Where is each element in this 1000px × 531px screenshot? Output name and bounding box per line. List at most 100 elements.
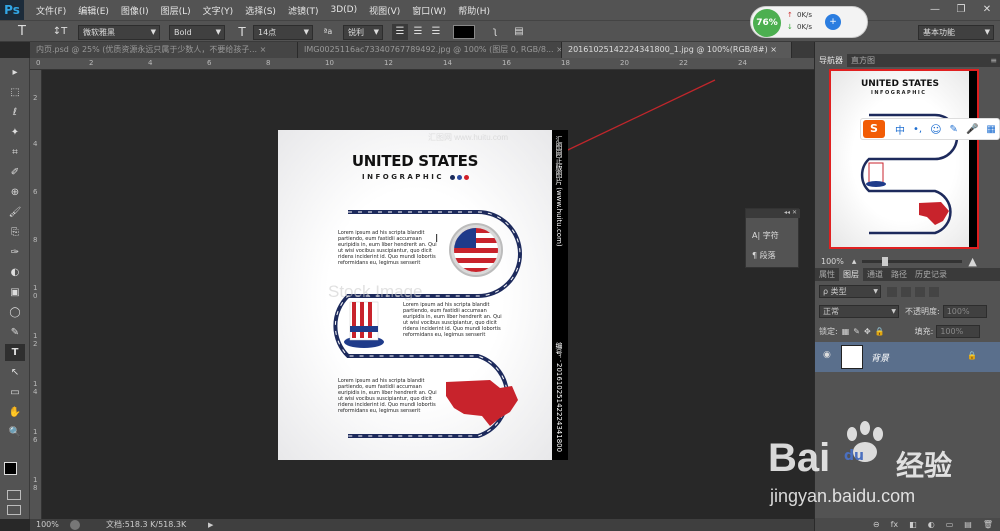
zoom-out-icon[interactable]: ▴ [852, 257, 857, 267]
ime-voice-icon[interactable]: 🎤 [966, 124, 978, 135]
close-icon[interactable]: × [770, 45, 777, 54]
sogou-logo[interactable]: S [863, 120, 885, 138]
menu-3d[interactable]: 3D(D) [324, 5, 363, 15]
tab-channels[interactable]: 通道 [863, 268, 887, 281]
navigator-zoom-value[interactable]: 100% [821, 257, 844, 266]
foreground-color-swatch[interactable] [4, 462, 17, 475]
menu-edit[interactable]: 编辑(E) [72, 4, 115, 17]
minimize-button[interactable]: — [922, 0, 948, 20]
layer-kind-select[interactable]: ρ 类型 ▼ [819, 285, 881, 298]
status-zoom[interactable]: 100% [36, 519, 59, 531]
antialias-select[interactable]: 锐利 ▼ [343, 25, 383, 40]
text-orientation-icon[interactable]: ↕T [52, 24, 68, 40]
filter-pixel-icon[interactable] [887, 286, 897, 297]
ime-chinese-mode[interactable]: 中 [895, 122, 905, 137]
navigator-zoom-slider[interactable] [862, 257, 963, 266]
ime-punctuation-icon[interactable]: •, [913, 124, 922, 135]
tab-neiye-psd[interactable]: 内页.psd @ 25% (优质资源永远只属于少数人，不要给孩子... × [30, 42, 298, 58]
zoom-in-icon[interactable]: ▲ [968, 255, 976, 268]
add-mask-icon[interactable]: ◧ [909, 518, 917, 531]
dodge-tool-icon[interactable]: ◯ [5, 304, 25, 321]
paragraph-panel-button[interactable]: ¶ 段落 [746, 247, 800, 265]
adjustment-layer-icon[interactable]: ◐ [928, 518, 935, 531]
close-button[interactable]: ✕ [974, 0, 1000, 20]
path-selection-tool-icon[interactable]: ↖ [5, 364, 25, 381]
lock-transparent-icon[interactable]: ▦ [842, 327, 850, 336]
pen-tool-icon[interactable]: ✎ [5, 324, 25, 341]
fill-input[interactable]: 100% [936, 325, 981, 338]
magic-wand-tool-icon[interactable]: ✦ [5, 124, 25, 141]
text-color-swatch[interactable] [453, 25, 475, 39]
navigator-preview[interactable]: UNITED STATES INFOGRAPHIC [829, 69, 979, 249]
new-layer-icon[interactable]: ▤ [964, 518, 972, 531]
tab-histogram[interactable]: 直方图 [847, 54, 879, 67]
tab-active-document[interactable]: 20161025142224341800_1.jpg @ 100%(RGB/8#… [562, 42, 792, 58]
link-layers-icon[interactable]: ⊖ [873, 518, 880, 531]
accelerate-icon[interactable]: + [825, 14, 841, 30]
ime-handwrite-icon[interactable]: ✎ [950, 124, 958, 135]
text-tool-icon[interactable]: T [14, 24, 30, 40]
ime-emoji-icon[interactable]: ☺ [930, 123, 941, 136]
lock-position-icon[interactable]: ✥ [864, 327, 871, 336]
fx-icon[interactable]: fx [891, 518, 899, 531]
font-family-select[interactable]: 微软雅黑 ▼ [78, 25, 160, 40]
restore-button[interactable]: ❐ [948, 0, 974, 20]
character-panel-toggle-icon[interactable]: ▤ [511, 24, 527, 40]
filter-type-icon[interactable] [915, 286, 925, 297]
slider-handle[interactable] [882, 257, 889, 266]
trash-icon[interactable]: 🗑 [983, 518, 993, 531]
opacity-input[interactable]: 100% [942, 305, 987, 318]
network-speed-widget[interactable]: 76% ↑ 0K/s ↓ 0K/s + [750, 6, 868, 38]
hand-tool-icon[interactable]: ✋ [5, 404, 25, 421]
history-brush-tool-icon[interactable]: ✑ [5, 244, 25, 261]
align-right-icon[interactable]: ☰ [428, 24, 444, 40]
quick-mask-icon[interactable] [7, 490, 21, 500]
gradient-tool-icon[interactable]: ▣ [5, 284, 25, 301]
menu-file[interactable]: 文件(F) [30, 4, 72, 17]
zoom-tool-icon[interactable]: 🔍 [5, 424, 25, 441]
tab-img-jpg[interactable]: IMG0025116ac73340767789492.jpg @ 100% (图… [298, 42, 562, 58]
tab-history[interactable]: 历史记录 [911, 268, 951, 281]
close-icon[interactable]: ✕ [792, 209, 797, 216]
menu-layer[interactable]: 图层(L) [155, 4, 197, 17]
menu-image[interactable]: 图像(I) [115, 4, 155, 17]
collapse-icon[interactable]: ◂◂ [784, 209, 790, 216]
font-size-select[interactable]: 14点 ▼ [253, 25, 313, 40]
font-style-select[interactable]: Bold ▼ [169, 25, 225, 40]
eraser-tool-icon[interactable]: ◐ [5, 264, 25, 281]
menu-select[interactable]: 选择(S) [239, 4, 282, 17]
document-image[interactable]: 汇图网 www.huitu.com UNITED STATES INFOGRAP… [278, 130, 568, 460]
character-panel-button[interactable]: A| 字符 [746, 227, 800, 245]
menu-type[interactable]: 文字(Y) [197, 4, 240, 17]
screen-mode-icon[interactable] [7, 505, 21, 515]
align-left-icon[interactable]: ☰ [392, 24, 408, 40]
layer-name[interactable]: 背景 [871, 351, 889, 364]
brush-tool-icon[interactable]: 🖌 [5, 204, 25, 221]
healing-brush-tool-icon[interactable]: ⊕ [5, 184, 25, 201]
workspace-select[interactable]: 基本功能 ▼ [918, 25, 994, 40]
tab-paths[interactable]: 路径 [887, 268, 911, 281]
close-icon[interactable]: × [260, 45, 267, 54]
status-info-icon[interactable] [70, 520, 80, 530]
new-group-icon[interactable]: ▭ [946, 518, 954, 531]
clone-stamp-tool-icon[interactable]: ⎘ [5, 224, 25, 241]
menu-view[interactable]: 视图(V) [363, 4, 406, 17]
tab-navigator[interactable]: 导航器 [815, 54, 847, 67]
move-tool-icon[interactable]: ▸ [5, 64, 25, 81]
shape-tool-icon[interactable]: ▭ [5, 384, 25, 401]
filter-shape-icon[interactable] [929, 286, 939, 297]
tab-layers[interactable]: 图层 [839, 268, 863, 281]
layer-row-background[interactable]: ◉ 背景 🔒 [815, 342, 1000, 372]
crop-tool-icon[interactable]: ⌗ [5, 144, 25, 161]
menu-help[interactable]: 帮助(H) [452, 4, 496, 17]
lock-all-icon[interactable]: 🔒 [875, 327, 885, 336]
lock-pixels-icon[interactable]: ✎ [853, 327, 860, 336]
marquee-tool-icon[interactable]: ⬚ [5, 84, 25, 101]
tab-properties[interactable]: 属性 [815, 268, 839, 281]
menu-filter[interactable]: 滤镜(T) [282, 4, 325, 17]
lasso-tool-icon[interactable]: ℓ [5, 104, 25, 121]
panel-menu-icon[interactable]: ≡ [986, 54, 1000, 67]
eyedropper-tool-icon[interactable]: ✐ [5, 164, 25, 181]
blend-mode-select[interactable]: 正常 ▼ [819, 305, 899, 318]
align-center-icon[interactable]: ☰ [410, 24, 426, 40]
